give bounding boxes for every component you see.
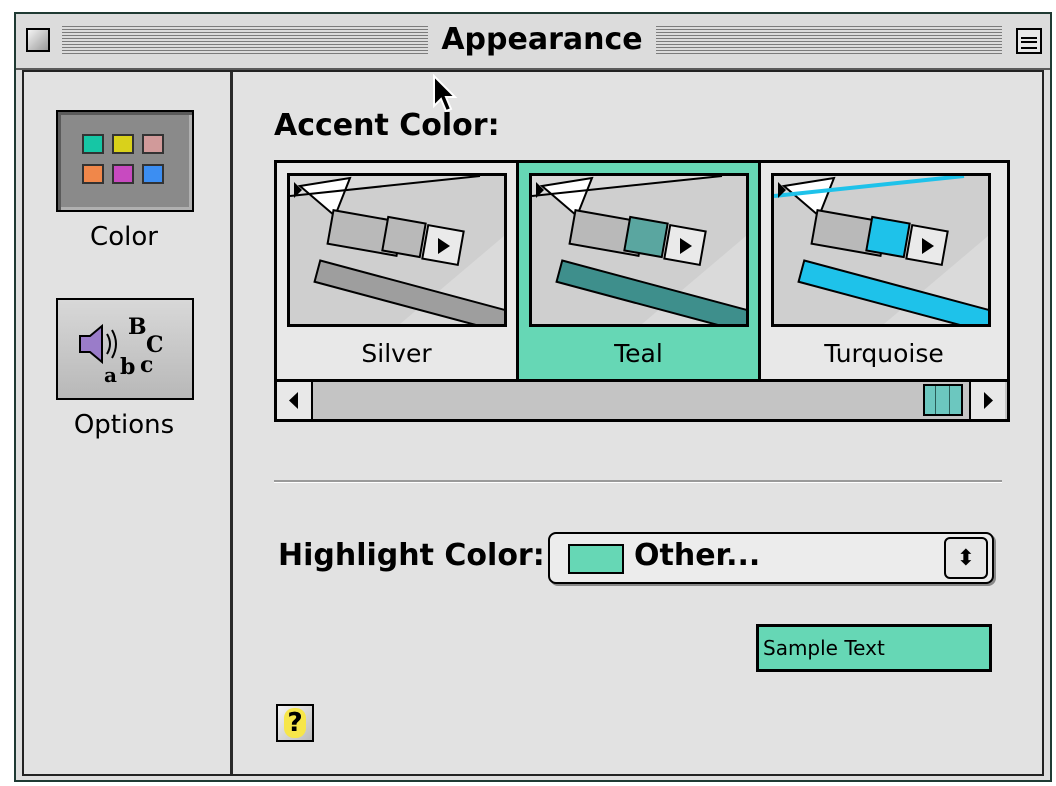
swatch-2 — [112, 134, 134, 154]
close-box-button[interactable] — [26, 28, 50, 52]
right-arrow-icon — [984, 392, 993, 409]
accent-option-label: Turquoise — [824, 339, 944, 368]
title-stripes-left — [62, 26, 428, 56]
color-category-button[interactable] — [56, 110, 194, 212]
svg-text:B: B — [128, 314, 147, 340]
sidebar-item-label-options: Options — [73, 410, 175, 440]
sound-text-icon: B C a b c — [79, 314, 164, 387]
main-panel: Accent Color: Silver Teal Turquoise High… — [232, 72, 1044, 774]
highlight-color-value: Other... — [634, 538, 761, 573]
scroll-thumb[interactable] — [923, 384, 963, 416]
help-button[interactable]: ? — [276, 704, 314, 742]
swatch-5 — [112, 164, 134, 184]
swatch-6 — [142, 164, 164, 184]
highlight-color-popup[interactable]: Other... ⬍ — [548, 532, 994, 584]
help-icon: ? — [284, 708, 306, 738]
category-sidebar: Color B C a b c Options — [24, 72, 233, 774]
accent-option-turquoise[interactable]: Turquoise — [761, 163, 1007, 379]
appearance-window: Appearance Color B C a b c Options Accen… — [14, 12, 1052, 782]
teal-preview — [529, 173, 749, 327]
collapse-box-button[interactable] — [1016, 28, 1042, 54]
section-divider — [274, 480, 1002, 483]
window-title: Appearance — [436, 20, 648, 60]
svg-text:b: b — [120, 354, 135, 380]
title-bar[interactable]: Appearance — [16, 14, 1050, 70]
accent-option-label: Silver — [361, 339, 432, 368]
mouse-cursor-icon — [433, 74, 458, 113]
svg-text:a: a — [104, 363, 117, 387]
title-stripes-right — [656, 26, 1002, 56]
svg-text:c: c — [140, 352, 153, 378]
accent-color-heading: Accent Color: — [274, 108, 500, 143]
silver-preview — [287, 173, 507, 327]
turquoise-preview — [771, 173, 991, 327]
popup-arrows-icon: ⬍ — [944, 537, 988, 579]
control-panel-content: Color B C a b c Options Accent Color: Si… — [22, 70, 1044, 776]
swatch-1 — [82, 134, 104, 154]
scroll-left-button[interactable] — [277, 382, 313, 419]
accent-option-label: Teal — [614, 339, 663, 368]
scroll-right-button[interactable] — [969, 382, 1005, 419]
highlight-color-label: Highlight Color: — [278, 538, 545, 573]
highlight-swatch — [568, 544, 624, 574]
options-category-button[interactable]: B C a b c — [56, 298, 194, 400]
sidebar-item-label-color: Color — [90, 222, 158, 252]
accent-color-picker: Silver Teal Turquoise — [274, 160, 1010, 422]
accent-option-silver[interactable]: Silver — [277, 163, 519, 379]
sample-text-preview: Sample Text — [756, 624, 992, 672]
accent-option-teal[interactable]: Teal — [519, 163, 761, 379]
left-arrow-icon — [289, 392, 298, 409]
swatch-3 — [142, 134, 164, 154]
swatch-4 — [82, 164, 104, 184]
accent-horizontal-scrollbar[interactable] — [277, 379, 1007, 419]
